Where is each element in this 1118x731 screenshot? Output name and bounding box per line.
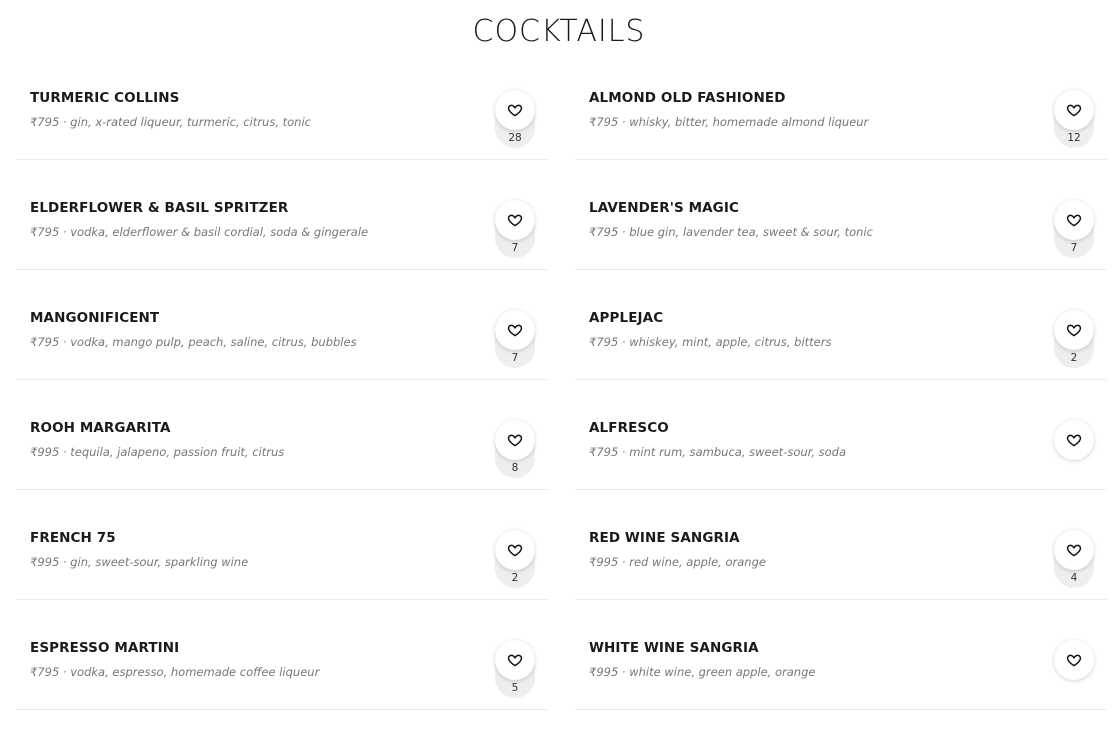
like-button[interactable] (495, 420, 535, 460)
heart-icon (507, 544, 523, 557)
like-button[interactable] (1054, 420, 1094, 460)
like-widget: 12 (1054, 90, 1094, 148)
menu-item: ESPRESSO MARTINI ₹795 · vodka, espresso,… (16, 600, 548, 710)
item-name: RED WINE SANGRIA (589, 530, 740, 546)
item-price-ingredients: ₹995 · tequila, jalapeno, passion fruit,… (30, 445, 285, 459)
like-widget (1054, 640, 1094, 680)
like-widget: 5 (495, 640, 535, 698)
like-widget: 2 (495, 530, 535, 588)
like-count: 2 (511, 572, 519, 584)
item-name: ESPRESSO MARTINI (30, 640, 180, 656)
menu-item: ELDERFLOWER & BASIL SPRITZER ₹795 · vodk… (16, 160, 548, 270)
item-price-ingredients: ₹995 · gin, sweet-sour, sparkling wine (30, 555, 249, 569)
like-widget: 7 (495, 200, 535, 258)
menu-item: WHITE WINE SANGRIA ₹995 · white wine, gr… (575, 600, 1107, 710)
like-button[interactable] (1054, 200, 1094, 240)
like-count: 8 (511, 462, 519, 474)
like-button[interactable] (495, 640, 535, 680)
like-button[interactable] (495, 530, 535, 570)
like-count: 7 (1070, 242, 1078, 254)
item-name: WHITE WINE SANGRIA (589, 640, 759, 656)
heart-icon (1066, 214, 1082, 227)
item-name: APPLEJAC (589, 310, 664, 326)
heart-icon (507, 434, 523, 447)
item-price-ingredients: ₹995 · red wine, apple, orange (589, 555, 766, 569)
heart-icon (507, 104, 523, 117)
menu-item: TURMERIC COLLINS ₹795 · gin, x-rated liq… (16, 50, 548, 160)
like-count: 28 (508, 132, 522, 144)
item-name: MANGONIFICENT (30, 310, 160, 326)
heart-icon (1066, 654, 1082, 667)
menu-item: ALMOND OLD FASHIONED ₹795 · whisky, bitt… (575, 50, 1107, 160)
like-button[interactable] (495, 310, 535, 350)
like-button[interactable] (1054, 310, 1094, 350)
item-price-ingredients: ₹995 · white wine, green apple, orange (589, 665, 816, 679)
item-price-ingredients: ₹795 · mint rum, sambuca, sweet-sour, so… (589, 445, 847, 459)
like-button[interactable] (1054, 640, 1094, 680)
item-price-ingredients: ₹795 · blue gin, lavender tea, sweet & s… (589, 225, 873, 239)
item-price-ingredients: ₹795 · gin, x-rated liqueur, turmeric, c… (30, 115, 311, 129)
like-count: 2 (1070, 352, 1078, 364)
menu-item: ALFRESCO ₹795 · mint rum, sambuca, sweet… (575, 380, 1107, 490)
menu-column-left: TURMERIC COLLINS ₹795 · gin, x-rated liq… (16, 50, 548, 710)
like-widget (1054, 420, 1094, 460)
menu-item: RED WINE SANGRIA ₹995 · red wine, apple,… (575, 490, 1107, 600)
like-widget: 2 (1054, 310, 1094, 368)
heart-icon (507, 654, 523, 667)
item-name: ALFRESCO (589, 420, 669, 436)
item-name: LAVENDER'S MAGIC (589, 200, 739, 216)
like-button[interactable] (1054, 530, 1094, 570)
heart-icon (1066, 324, 1082, 337)
like-count: 12 (1067, 132, 1081, 144)
like-count: 7 (511, 242, 519, 254)
item-price-ingredients: ₹795 · vodka, espresso, homemade coffee … (30, 665, 320, 679)
heart-icon (1066, 104, 1082, 117)
heart-icon (1066, 544, 1082, 557)
menu-item: APPLEJAC ₹795 · whiskey, mint, apple, ci… (575, 270, 1107, 380)
like-button[interactable] (495, 90, 535, 130)
page-title: COCKTAILS (472, 14, 646, 49)
like-button[interactable] (1054, 90, 1094, 130)
item-price-ingredients: ₹795 · whisky, bitter, homemade almond l… (589, 115, 869, 129)
like-count: 5 (511, 682, 519, 694)
menu-item: LAVENDER'S MAGIC ₹795 · blue gin, lavend… (575, 160, 1107, 270)
like-widget: 7 (495, 310, 535, 368)
menu-item: MANGONIFICENT ₹795 · vodka, mango pulp, … (16, 270, 548, 380)
like-widget: 7 (1054, 200, 1094, 258)
like-widget: 4 (1054, 530, 1094, 588)
item-name: TURMERIC COLLINS (30, 90, 180, 106)
item-name: ALMOND OLD FASHIONED (589, 90, 786, 106)
like-widget: 28 (495, 90, 535, 148)
menu-item: FRENCH 75 ₹995 · gin, sweet-sour, sparkl… (16, 490, 548, 600)
heart-icon (507, 214, 523, 227)
item-name: ELDERFLOWER & BASIL SPRITZER (30, 200, 289, 216)
item-price-ingredients: ₹795 · vodka, mango pulp, peach, saline,… (30, 335, 357, 349)
heart-icon (507, 324, 523, 337)
like-count: 7 (511, 352, 519, 364)
menu-column-right: ALMOND OLD FASHIONED ₹795 · whisky, bitt… (575, 50, 1107, 710)
like-count: 4 (1070, 572, 1078, 584)
like-widget: 8 (495, 420, 535, 478)
item-price-ingredients: ₹795 · whiskey, mint, apple, citrus, bit… (589, 335, 832, 349)
item-name: FRENCH 75 (30, 530, 116, 546)
like-button[interactable] (495, 200, 535, 240)
heart-icon (1066, 434, 1082, 447)
menu-item: ROOH MARGARITA ₹995 · tequila, jalapeno,… (16, 380, 548, 490)
item-name: ROOH MARGARITA (30, 420, 171, 436)
item-price-ingredients: ₹795 · vodka, elderflower & basil cordia… (30, 225, 369, 239)
